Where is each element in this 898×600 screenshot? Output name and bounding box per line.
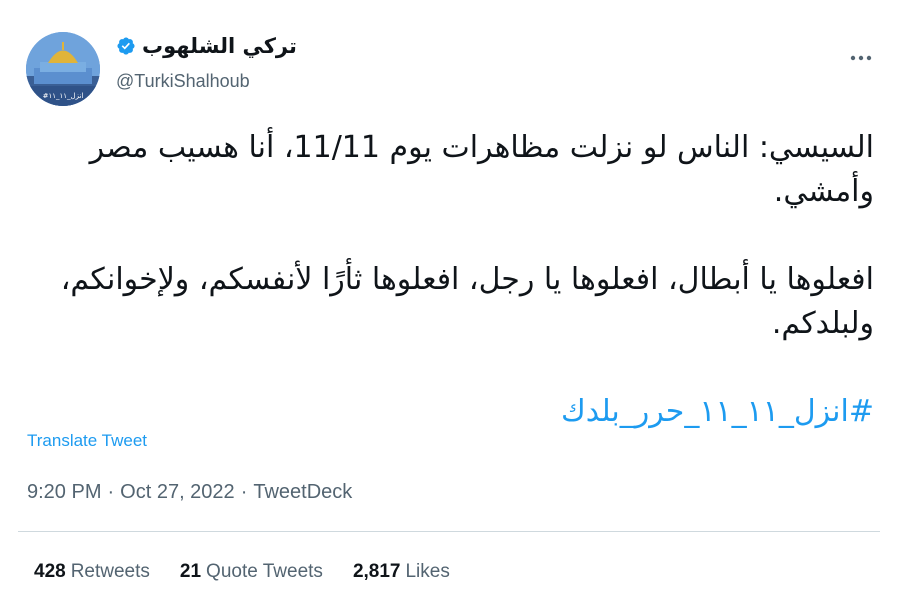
avatar[interactable]: #انزل_١١_١١ — [26, 32, 100, 106]
dome-of-the-rock-image: #انزل_١١_١١ — [26, 32, 100, 106]
tweet-text: السيسي: الناس لو نزلت مظاهرات يوم 11/11،… — [28, 126, 874, 434]
tweet-paragraph-2: افعلوها يا أبطال، افعلوها يا رجل، افعلوه… — [60, 262, 874, 341]
tweet-time[interactable]: 9:20 PM — [27, 481, 101, 504]
author-name-row[interactable]: تركي الشلهوب — [116, 34, 297, 58]
translate-tweet-link[interactable]: Translate Tweet — [27, 431, 147, 451]
quote-tweets-label: Quote Tweets — [206, 561, 323, 582]
quote-tweets-stat[interactable]: 21 Quote Tweets — [180, 561, 323, 583]
retweets-stat[interactable]: 428 Retweets — [34, 561, 150, 583]
divider — [18, 531, 880, 532]
tweet-date[interactable]: Oct 27, 2022 — [120, 481, 235, 504]
meta-separator: · — [107, 481, 115, 503]
author-name[interactable]: تركي الشلهوب — [142, 34, 297, 58]
hashtag-link[interactable]: #انزل_١١_١١_حرر_بلدك — [28, 390, 874, 434]
quote-tweets-count: 21 — [179, 561, 202, 582]
retweets-label: Retweets — [70, 561, 150, 582]
avatar-caption: #انزل_١١_١١ — [43, 92, 84, 100]
author-handle[interactable]: @TurkiShalhoub — [116, 71, 250, 92]
likes-stat[interactable]: 2,817 Likes — [353, 561, 450, 583]
tweet-source[interactable]: TweetDeck — [253, 481, 352, 504]
meta-separator: · — [240, 481, 248, 503]
tweet-meta: 9:20 PM · Oct 27, 2022 · TweetDeck — [27, 481, 352, 504]
tweet-paragraph-1: السيسي: الناس لو نزلت مظاهرات يوم 11/11،… — [89, 130, 874, 209]
retweets-count: 428 — [34, 561, 66, 582]
likes-count: 2,817 — [352, 561, 401, 582]
likes-label: Likes — [405, 561, 450, 582]
more-options-button[interactable] — [844, 38, 878, 68]
verified-badge-icon — [116, 36, 136, 56]
tweet-stats: 428 Retweets 21 Quote Tweets 2,817 Likes — [34, 561, 450, 583]
tweet-card: #انزل_١١_١١ تركي الشلهوب @TurkiShalhoub … — [0, 0, 898, 600]
more-horizontal-icon — [850, 39, 872, 67]
